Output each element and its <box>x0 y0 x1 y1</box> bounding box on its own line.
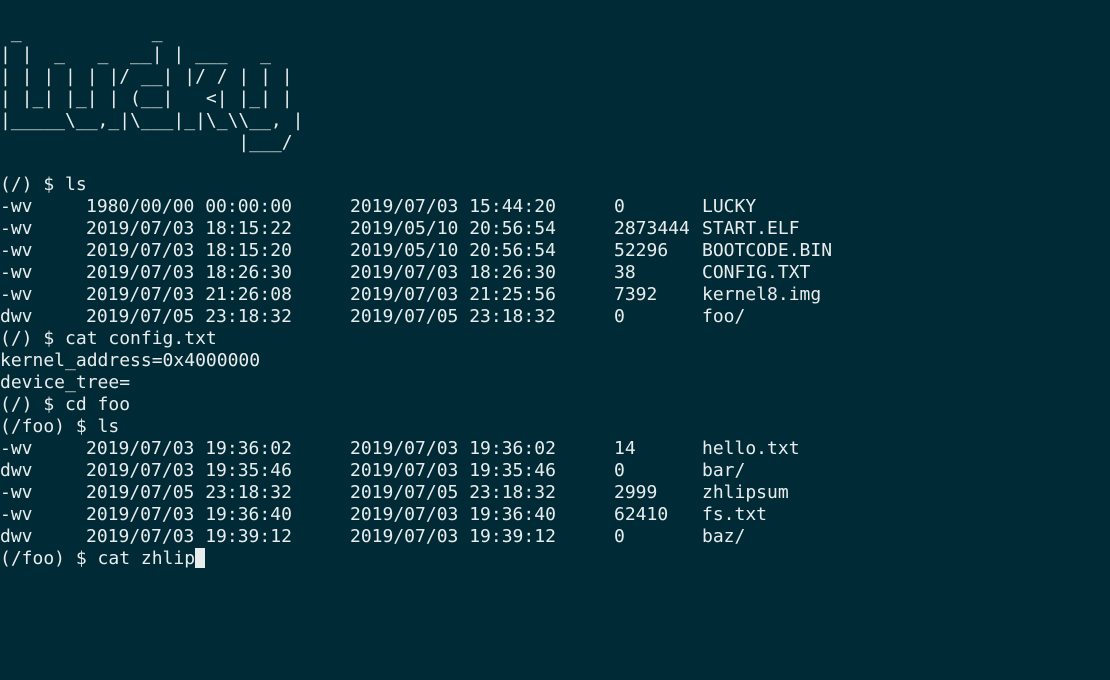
file-permissions: dwv <box>0 460 33 481</box>
listing-row: dwv 2019/07/05 23:18:32 2019/07/05 23:18… <box>0 306 745 328</box>
terminal-output: (/) $ ls -wv 1980/00/00 00:00:00 2019/07… <box>0 174 832 570</box>
file-modified-time: 2019/07/03 18:26:30 <box>86 262 292 283</box>
listing-row: dwv 2019/07/03 19:39:12 2019/07/03 19:39… <box>0 526 745 548</box>
file-name: LUCKY <box>702 196 757 217</box>
file-name: foo/ <box>702 306 746 327</box>
file-name: BOOTCODE.BIN <box>702 240 833 261</box>
terminal-window[interactable]: _ _ | | _ _ __| | ___ _ | | | | | |/ __|… <box>0 0 1110 616</box>
listing-row: -wv 2019/07/03 21:26:08 2019/07/03 21:25… <box>0 284 821 306</box>
file-created-time: 2019/05/10 20:56:54 <box>350 218 556 239</box>
file-modified-time: 2019/07/05 23:18:32 <box>86 306 292 327</box>
ascii-art-banner: _ _ | | _ _ __| | ___ _ | | | | | |/ __|… <box>0 22 304 153</box>
listing-row: -wv 2019/07/03 18:15:22 2019/05/10 20:56… <box>0 218 800 240</box>
file-size: 0 <box>614 306 625 327</box>
file-name: START.ELF <box>702 218 800 239</box>
file-modified-time: 2019/07/03 21:26:08 <box>86 284 292 305</box>
file-size: 0 <box>614 526 625 547</box>
file-permissions: -wv <box>0 196 33 217</box>
listing-row: -wv 1980/00/00 00:00:00 2019/07/03 15:44… <box>0 196 756 218</box>
listing-row: -wv 2019/07/03 18:15:20 2019/05/10 20:56… <box>0 240 832 262</box>
file-size: 2873444 <box>614 218 690 239</box>
listing-row: -wv 2019/07/05 23:18:32 2019/07/05 23:18… <box>0 482 789 504</box>
file-modified-time: 1980/00/00 00:00:00 <box>86 196 292 217</box>
file-name: fs.txt <box>702 504 768 525</box>
file-name: baz/ <box>702 526 746 547</box>
file-size: 14 <box>614 438 636 459</box>
file-name: kernel8.img <box>702 284 822 305</box>
file-size: 52296 <box>614 240 669 261</box>
file-modified-time: 2019/07/03 19:35:46 <box>86 460 292 481</box>
file-permissions: dwv <box>0 306 33 327</box>
file-size: 0 <box>614 196 625 217</box>
file-modified-time: 2019/07/03 19:36:40 <box>86 504 292 525</box>
file-size: 7392 <box>614 284 658 305</box>
file-created-time: 2019/05/10 20:56:54 <box>350 240 556 261</box>
file-created-time: 2019/07/03 18:26:30 <box>350 262 556 283</box>
file-permissions: -wv <box>0 438 33 459</box>
file-name: bar/ <box>702 460 746 481</box>
file-created-time: 2019/07/03 19:39:12 <box>350 526 556 547</box>
file-size: 38 <box>614 262 636 283</box>
file-size: 0 <box>614 460 625 481</box>
listing-row: dwv 2019/07/03 19:35:46 2019/07/03 19:35… <box>0 460 745 482</box>
file-created-time: 2019/07/03 19:36:40 <box>350 504 556 525</box>
file-permissions: dwv <box>0 526 33 547</box>
file-permissions: -wv <box>0 482 33 503</box>
listing-row: -wv 2019/07/03 19:36:40 2019/07/03 19:36… <box>0 504 767 526</box>
file-permissions: -wv <box>0 240 33 261</box>
file-modified-time: 2019/07/03 19:39:12 <box>86 526 292 547</box>
command-line: (/) $ ls <box>0 174 87 195</box>
file-permissions: -wv <box>0 284 33 305</box>
file-name: zhlipsum <box>702 482 789 503</box>
file-size: 62410 <box>614 504 669 525</box>
text-cursor <box>195 548 206 568</box>
listing-row: -wv 2019/07/03 19:36:02 2019/07/03 19:36… <box>0 438 800 460</box>
file-created-time: 2019/07/03 21:25:56 <box>350 284 556 305</box>
file-created-time: 2019/07/03 19:36:02 <box>350 438 556 459</box>
file-modified-time: 2019/07/03 19:36:02 <box>86 438 292 459</box>
file-created-time: 2019/07/03 19:35:46 <box>350 460 556 481</box>
file-created-time: 2019/07/03 15:44:20 <box>350 196 556 217</box>
file-permissions: -wv <box>0 504 33 525</box>
file-modified-time: 2019/07/03 18:15:22 <box>86 218 292 239</box>
file-permissions: -wv <box>0 262 33 283</box>
file-name: hello.txt <box>702 438 800 459</box>
file-modified-time: 2019/07/03 18:15:20 <box>86 240 292 261</box>
file-created-time: 2019/07/05 23:18:32 <box>350 482 556 503</box>
file-name: CONFIG.TXT <box>702 262 811 283</box>
file-created-time: 2019/07/05 23:18:32 <box>350 306 556 327</box>
listing-row: -wv 2019/07/03 18:26:30 2019/07/03 18:26… <box>0 262 810 284</box>
file-size: 2999 <box>614 482 658 503</box>
file-permissions: -wv <box>0 218 33 239</box>
file-modified-time: 2019/07/05 23:18:32 <box>86 482 292 503</box>
